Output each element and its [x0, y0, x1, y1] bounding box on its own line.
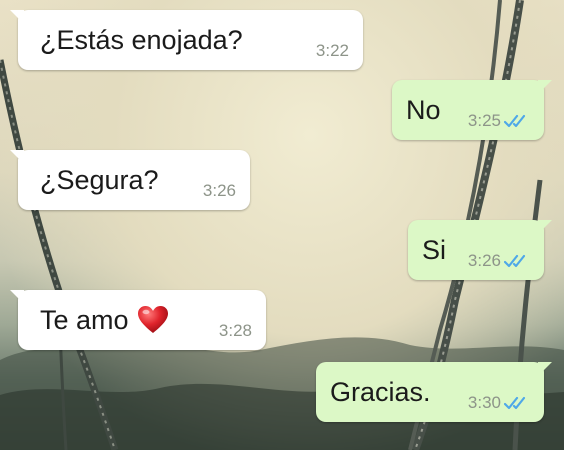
message-text: ¿Estás enojada?: [40, 24, 243, 55]
chat-conversation[interactable]: ¿Estás enojada? 3:22 No 3:25 ¿Segura? 3:…: [0, 0, 564, 450]
message-meta: 3:26: [203, 182, 236, 199]
message-meta: 3:30: [468, 394, 530, 411]
heart-icon: [137, 306, 168, 333]
bubble-tail: [538, 220, 552, 234]
message-timestamp: 3:30: [467, 393, 501, 412]
message-text: Gracias.: [330, 376, 431, 407]
message-meta: 3:22: [316, 42, 349, 59]
bubble-tail: [10, 10, 24, 24]
bubble-tail: [538, 362, 552, 376]
message-text: No: [406, 94, 441, 125]
bubble-tail: [10, 290, 24, 304]
message-bubble-incoming[interactable]: ¿Estás enojada? 3:22: [10, 10, 363, 70]
message-text: Te amo: [40, 304, 129, 335]
message-timestamp: 3:28: [218, 321, 252, 340]
message-text: Si: [422, 234, 447, 265]
message-bubble-incoming[interactable]: ¿Segura? 3:26: [10, 150, 250, 210]
bubble-tail: [10, 150, 24, 164]
message-meta: 3:28: [219, 322, 252, 339]
double-check-read-icon: [504, 396, 526, 409]
message-text: ¿Segura?: [40, 164, 159, 195]
message-timestamp: 3:26: [202, 181, 236, 200]
message-bubble-outgoing[interactable]: Gracias. 3:30: [316, 362, 552, 422]
double-check-read-icon: [504, 254, 526, 267]
message-timestamp: 3:26: [467, 251, 501, 270]
message-bubble-outgoing[interactable]: No 3:25: [392, 80, 552, 140]
double-check-read-icon: [504, 114, 526, 127]
message-meta: 3:25: [468, 112, 530, 129]
message-timestamp: 3:22: [315, 41, 349, 60]
message-timestamp: 3:25: [467, 111, 501, 130]
message-bubble-outgoing[interactable]: Si 3:26: [408, 220, 552, 280]
message-bubble-incoming[interactable]: Te amo 3:28: [10, 290, 266, 350]
bubble-tail: [538, 80, 552, 94]
message-meta: 3:26: [468, 252, 530, 269]
